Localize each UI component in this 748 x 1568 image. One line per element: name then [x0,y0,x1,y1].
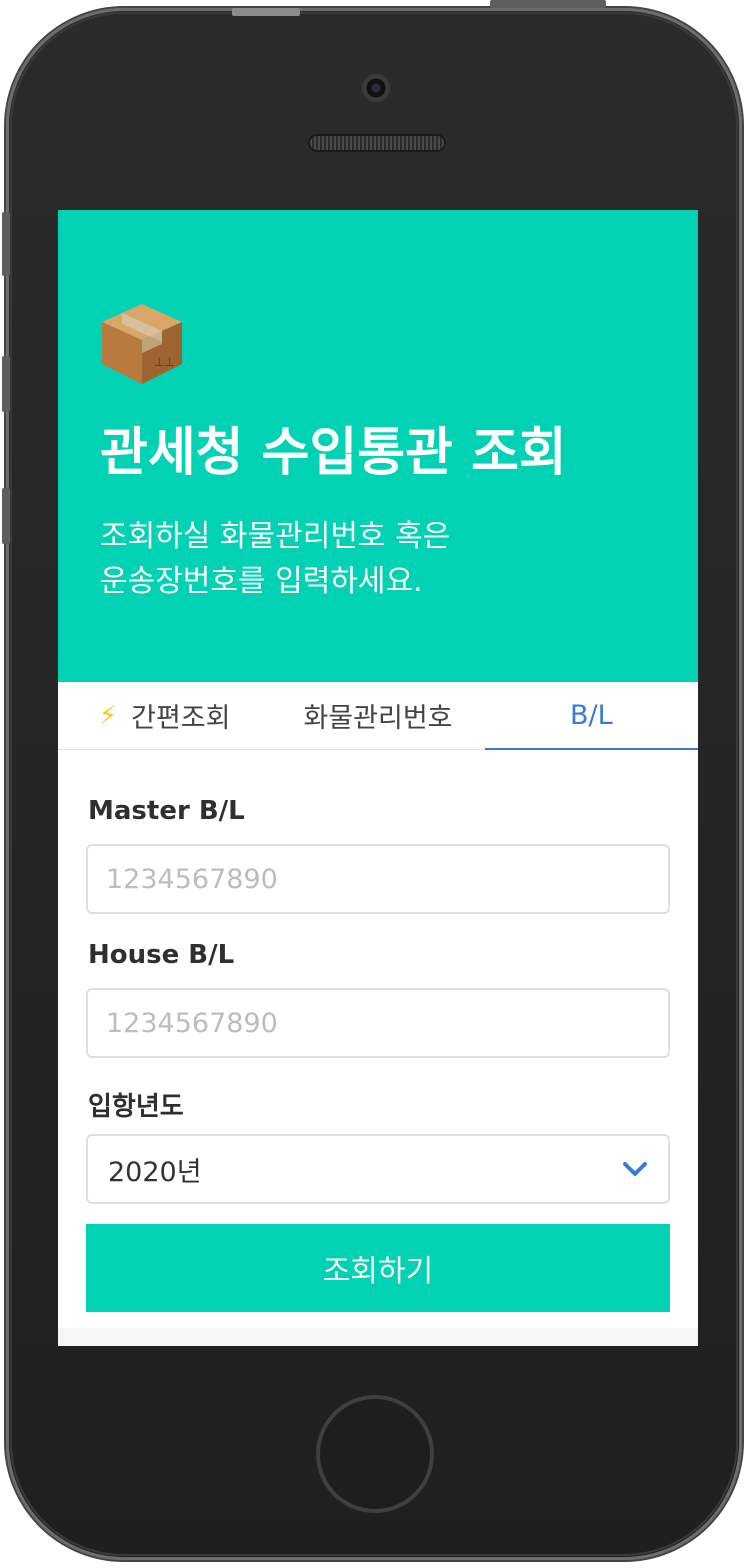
svg-text:⊥⊥: ⊥⊥ [154,355,175,369]
arrival-year-label: 입항년도 [88,1092,184,1122]
app-screen: ⊥⊥ 관세청 수입통관 조회 조회하실 화물관리번호 혹은 운송장번호를 입력하… [58,210,698,1346]
master-bl-label: Master B/L [88,796,245,826]
tab-bl-label: B/L [569,700,613,731]
house-bl-input[interactable] [86,988,670,1058]
volume-up-button [2,356,10,412]
package-box-icon: ⊥⊥ [102,304,182,384]
hero-banner: ⊥⊥ 관세청 수입통관 조회 조회하실 화물관리번호 혹은 운송장번호를 입력하… [58,210,698,682]
power-button [490,0,606,8]
page-subtitle: 조회하실 화물관리번호 혹은 운송장번호를 입력하세요. [100,519,451,599]
lightning-icon: ⚡ [98,700,118,731]
volume-down-button [2,488,10,544]
tab-quick-search-label: 간편조회 [131,703,231,734]
earpiece-speaker [310,136,444,150]
tab-quick-search[interactable]: ⚡ 간편조회 [58,682,271,749]
silent-switch [2,212,10,276]
search-submit-button[interactable]: 조회하기 [86,1224,670,1312]
footer-strip [58,1328,698,1346]
arrival-year-select[interactable]: 2020년 [86,1134,670,1204]
home-button[interactable] [316,1395,434,1513]
tab-cargo-number-label: 화물관리번호 [303,703,453,734]
chevron-down-icon [623,1162,647,1176]
tab-cargo-number[interactable]: 화물관리번호 [271,682,484,749]
master-bl-input[interactable] [86,844,670,914]
top-notch-left [232,8,300,16]
front-camera [362,74,390,102]
page-title: 관세청 수입통관 조회 [100,423,567,483]
house-bl-label: House B/L [88,940,235,970]
arrival-year-value: 2020년 [108,1156,202,1188]
search-tabs: ⚡ 간편조회 화물관리번호 B/L [58,682,698,750]
tab-bl[interactable]: B/L [484,682,698,750]
